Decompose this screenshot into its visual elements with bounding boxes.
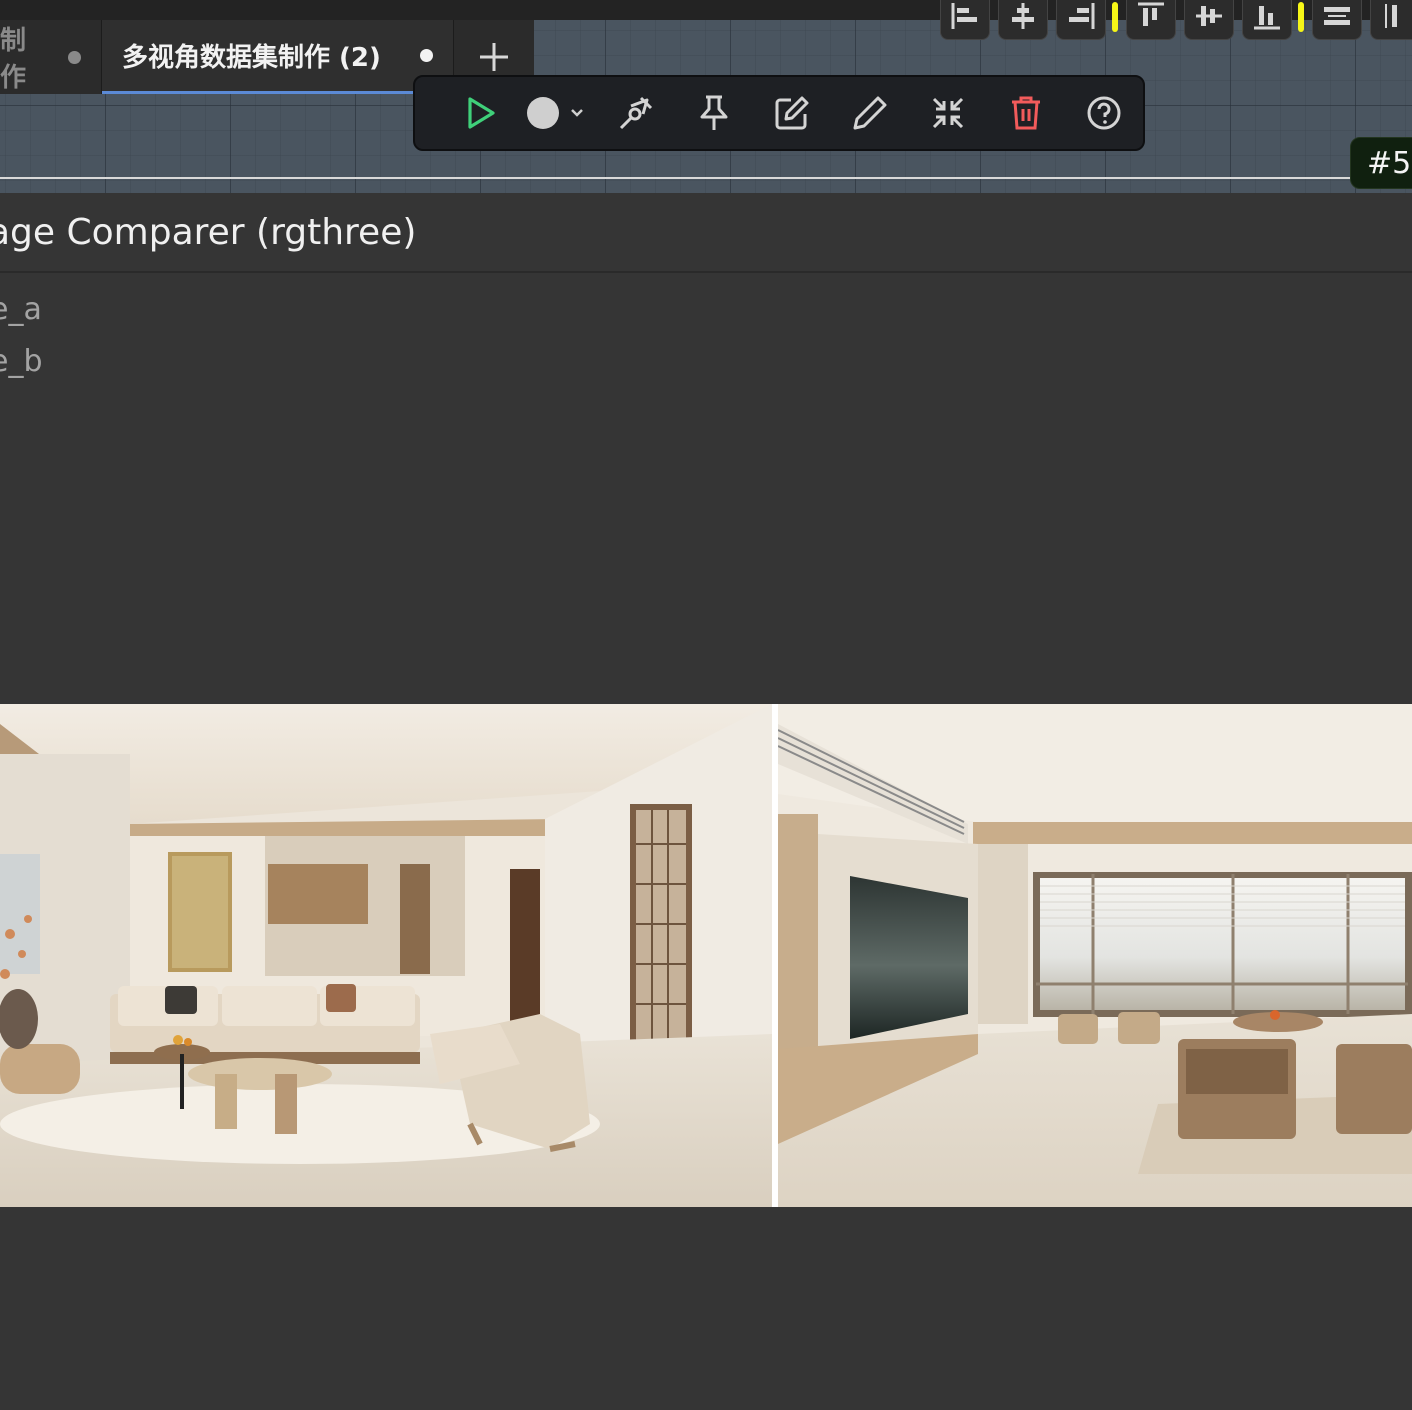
trash-icon xyxy=(1012,96,1040,130)
node-title[interactable]: age Comparer (rgthree) xyxy=(0,193,1412,273)
play-icon xyxy=(468,97,495,129)
align-top-button[interactable] xyxy=(1126,0,1176,40)
collapse-icon xyxy=(932,97,964,129)
align-left-icon xyxy=(951,2,977,29)
plus-icon xyxy=(480,43,508,71)
tab-label: 多视角数据集制作 (2) xyxy=(122,43,381,73)
distribute-vertical-icon xyxy=(1385,3,1397,28)
distribute-horizontal-icon xyxy=(1324,6,1350,25)
node-top-border xyxy=(0,177,1352,179)
pin-button[interactable] xyxy=(675,75,753,151)
edit-icon xyxy=(775,96,809,130)
tab-workflow-1[interactable]: 制作 xyxy=(0,20,102,94)
align-left-button[interactable] xyxy=(940,0,990,40)
delete-button[interactable] xyxy=(987,75,1065,151)
app-root: 制作 多视角数据集制作 (2) #5 age Comparer (rgthree… xyxy=(0,0,1412,1410)
living-room-image xyxy=(0,704,772,1207)
tab-label: 制作 xyxy=(0,26,27,93)
unsaved-dot-icon xyxy=(68,50,81,64)
align-right-icon xyxy=(1069,2,1095,29)
unsaved-dot-icon xyxy=(420,49,433,62)
align-top-icon xyxy=(1138,2,1164,26)
distribute-vertical-button[interactable] xyxy=(1370,0,1412,40)
node-selection-toolbar xyxy=(413,75,1145,151)
help-icon xyxy=(1087,96,1121,130)
edit-title-button[interactable] xyxy=(753,75,831,151)
color-picker-button[interactable] xyxy=(519,75,597,151)
living-room-window-image xyxy=(778,704,1412,1207)
separator-icon xyxy=(1112,2,1118,32)
input-slot-image-b[interactable]: e_b xyxy=(0,344,43,379)
run-button[interactable] xyxy=(441,75,519,151)
node-id-badge: #52 xyxy=(1350,137,1412,189)
bypass-button[interactable] xyxy=(597,75,675,151)
align-bottom-icon xyxy=(1254,5,1280,29)
align-center-button[interactable] xyxy=(998,0,1048,40)
comparer-image-a[interactable] xyxy=(0,704,772,1207)
align-middle-button[interactable] xyxy=(1184,0,1234,40)
align-middle-icon xyxy=(1196,5,1222,26)
pencil-icon xyxy=(853,96,887,130)
align-right-button[interactable] xyxy=(1056,0,1106,40)
properties-button[interactable] xyxy=(831,75,909,151)
help-button[interactable] xyxy=(1065,75,1143,151)
tab-workflow-2[interactable]: 多视角数据集制作 (2) xyxy=(102,20,454,94)
pen-tool-icon xyxy=(619,96,653,130)
pin-icon xyxy=(700,95,728,130)
align-toolbar xyxy=(940,0,1412,40)
separator-icon xyxy=(1298,2,1304,32)
align-bottom-button[interactable] xyxy=(1242,0,1292,40)
color-dot-icon xyxy=(527,97,583,129)
collapse-button[interactable] xyxy=(909,75,987,151)
input-slot-image-a[interactable]: e_a xyxy=(0,292,42,327)
comparer-image-b[interactable] xyxy=(778,704,1412,1207)
distribute-horizontal-button[interactable] xyxy=(1312,0,1362,40)
align-center-icon xyxy=(1012,2,1034,29)
